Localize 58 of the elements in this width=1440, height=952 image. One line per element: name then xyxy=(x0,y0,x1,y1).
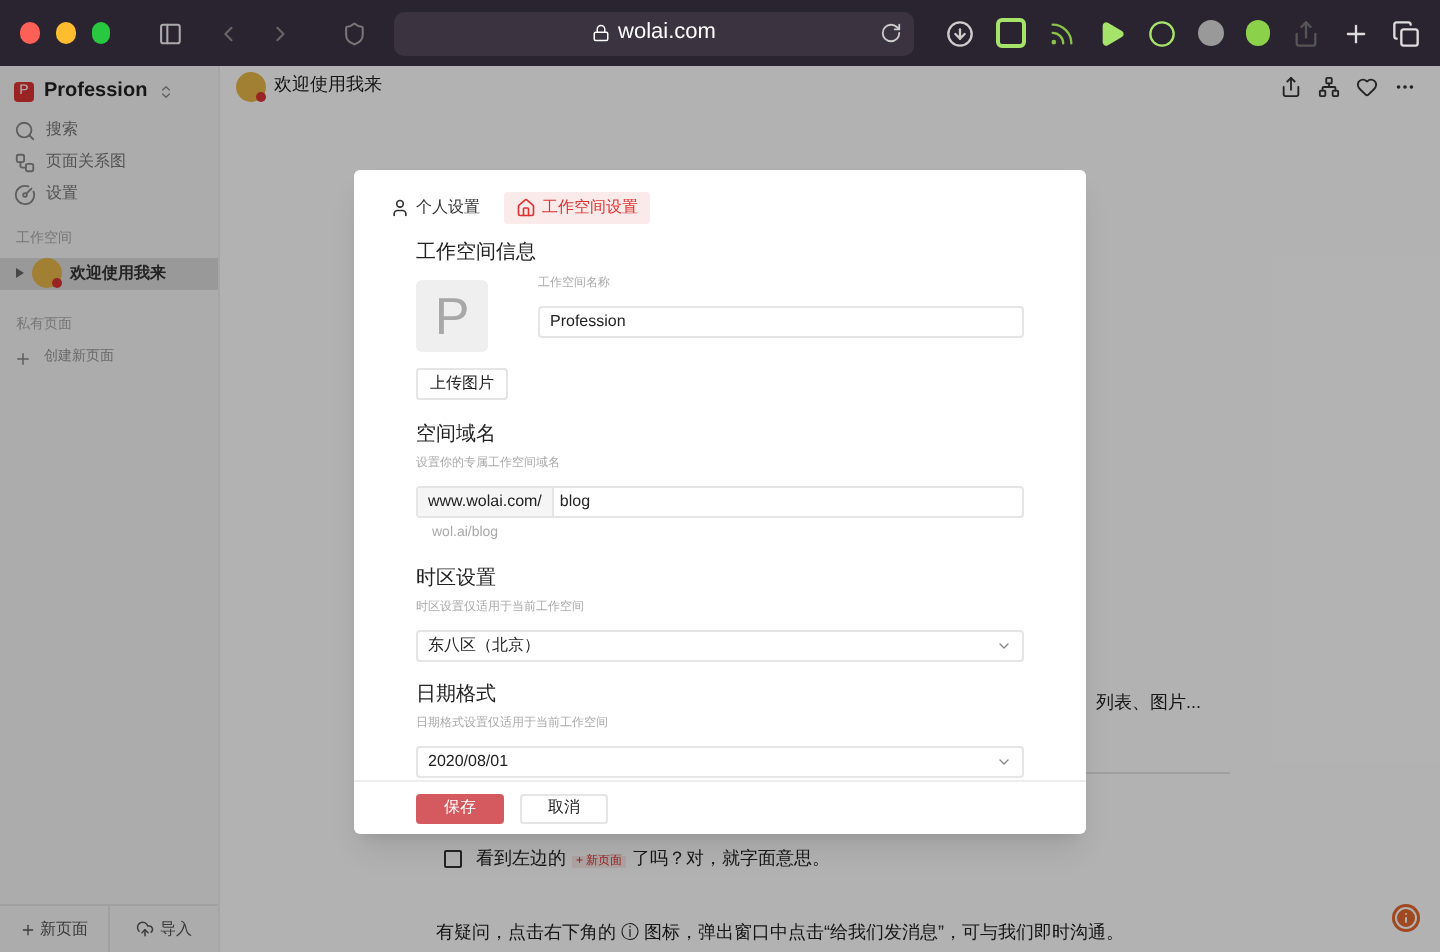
section-heading: 空间域名 xyxy=(416,421,498,450)
maximize-window-icon[interactable] xyxy=(91,22,111,44)
upload-button[interactable]: 上传图片 xyxy=(416,368,508,400)
page-item[interactable]: 欢迎使用我来 xyxy=(0,257,218,289)
share-icon[interactable] xyxy=(1280,75,1302,97)
expand-arrow-icon[interactable] xyxy=(16,268,24,278)
url-text: wolai.com xyxy=(618,18,716,49)
timezone-select[interactable]: 东八区（北京） xyxy=(416,629,1024,661)
graph-icon xyxy=(14,151,36,173)
workspace-name[interactable]: Profession xyxy=(44,76,148,106)
section-heading: 日期格式 xyxy=(416,681,498,709)
tabs-overview-icon[interactable] xyxy=(1392,19,1420,47)
shield-icon[interactable] xyxy=(341,19,366,47)
play-icon[interactable] xyxy=(1098,19,1126,47)
rss-icon[interactable] xyxy=(1048,19,1076,47)
sidebar-item[interactable]: 页面关系图 xyxy=(0,146,218,178)
emoji-icon xyxy=(236,71,266,101)
new-page-button[interactable]: 新页面 xyxy=(0,906,110,952)
minimize-window-icon[interactable] xyxy=(55,22,76,44)
todo-checkbox[interactable] xyxy=(444,849,462,868)
plus-icon xyxy=(14,349,32,367)
help-paragraph: 有疑问，点击右下角的 ⓘ 图标，弹出窗口中点击“给我们发消息”，可与我们即时沟通。 xyxy=(436,920,1126,946)
sidebar-toggle-icon[interactable] xyxy=(158,19,184,47)
domain-prefix: www.wolai.com/ xyxy=(418,488,554,516)
user-icon xyxy=(390,198,410,218)
close-window-icon[interactable] xyxy=(20,22,40,44)
sidebar-item[interactable]: 搜索 xyxy=(0,114,218,146)
cloud-upload-icon xyxy=(136,920,154,938)
plus-icon xyxy=(20,921,36,937)
emoji-icon xyxy=(32,258,62,288)
search-icon xyxy=(14,119,36,141)
info-icon xyxy=(1394,906,1418,930)
cancel-button[interactable]: 取消 xyxy=(520,793,608,823)
section-heading: 时区设置 xyxy=(416,565,498,593)
import-button[interactable]: 导入 xyxy=(110,906,218,952)
body-text: 列表、图片... xyxy=(1096,690,1202,716)
lock-icon xyxy=(592,24,611,42)
settings-icon xyxy=(14,183,36,205)
help-button[interactable] xyxy=(1392,904,1420,932)
record-icon[interactable] xyxy=(1148,19,1176,47)
settings-tab[interactable]: 工作空间设置 xyxy=(504,192,650,224)
domain-value: blog xyxy=(557,490,593,514)
save-button[interactable]: 保存 xyxy=(416,793,504,823)
settings-tab[interactable]: 个人设置 xyxy=(378,192,492,224)
sidebar-item[interactable]: 设置 xyxy=(0,178,218,210)
date-format-select[interactable]: 2020/08/01 xyxy=(416,745,1024,777)
name-field[interactable]: Profession xyxy=(538,306,1024,338)
address-bar[interactable]: wolai.com xyxy=(393,11,914,55)
switch-icon[interactable] xyxy=(157,83,174,99)
graph-icon[interactable] xyxy=(1318,75,1340,97)
favorite-icon[interactable] xyxy=(1356,75,1378,97)
domain-field[interactable]: www.wolai.com/ blog xyxy=(416,486,1024,518)
section-heading: 工作空间信息 xyxy=(416,239,538,268)
download-icon[interactable] xyxy=(946,19,974,47)
page-title: 欢迎使用我来 xyxy=(274,72,382,99)
new-tab-icon[interactable] xyxy=(1342,19,1370,47)
home-icon xyxy=(516,198,536,218)
reload-icon[interactable] xyxy=(880,22,902,44)
